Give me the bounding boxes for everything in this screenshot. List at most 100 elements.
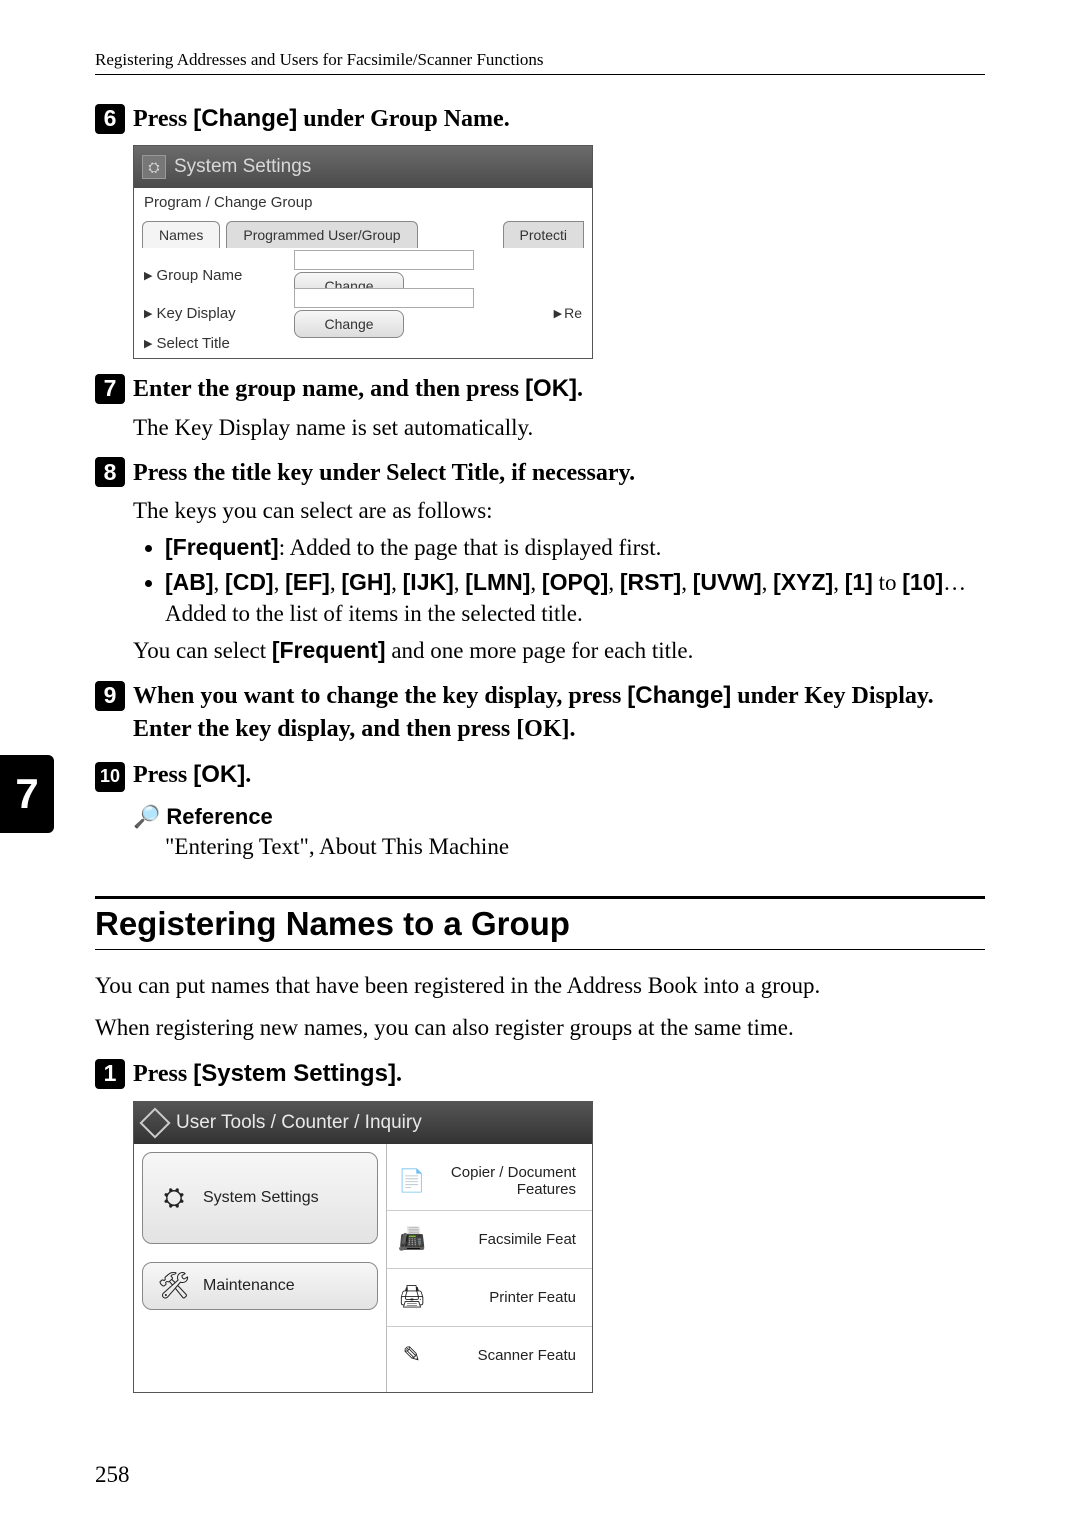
- printer-features-button[interactable]: 🖨 Printer Featu: [387, 1268, 592, 1326]
- gear-icon: ⛭: [142, 155, 166, 179]
- printer-icon: 🖨: [397, 1282, 427, 1312]
- screenshot-title: System Settings: [174, 156, 311, 178]
- step-8-bullets: [Frequent]: Added to the page that is di…: [165, 532, 985, 629]
- screenshot-form: ▶Group Name Change ▶Key Display Change ▶…: [134, 248, 592, 358]
- fax-icon: 📠: [397, 1224, 427, 1254]
- title-keys-list: [AB], [CD], [EF], [GH], [IJK], [LMN], [O…: [165, 570, 966, 626]
- system-settings-button[interactable]: ⛭ System Settings: [142, 1152, 378, 1244]
- running-header: Registering Addresses and Users for Facs…: [95, 50, 985, 75]
- scanner-icon: ✎: [397, 1340, 427, 1370]
- step-6-pre: Press: [133, 106, 193, 132]
- change-keyword: [Change]: [193, 105, 297, 132]
- system-settings-screenshot: ⛭ System Settings Program / Change Group…: [133, 145, 593, 359]
- title-key-token: [AB]: [165, 569, 214, 595]
- chapter-tab: 7: [0, 755, 54, 833]
- screenshot-subtitle: Program / Change Group: [134, 188, 592, 217]
- triangle-icon: ▶: [144, 307, 152, 320]
- facsimile-features-label: Facsimile Feat: [441, 1231, 582, 1248]
- step-7: 7 Enter the group name, and then press […: [95, 373, 985, 405]
- step-8-body2-pre: You can select: [133, 638, 272, 663]
- step-10-number-icon: 10: [95, 762, 125, 792]
- step-9-pre: When you want to change the key display,…: [133, 683, 627, 709]
- title-key-token: [LMN]: [465, 569, 530, 595]
- re-label: Re: [564, 305, 582, 321]
- copier-features-label: Copier / Document Features: [441, 1164, 582, 1198]
- group-name-field[interactable]: [294, 250, 474, 270]
- reference-text: "Entering Text", About This Machine: [165, 834, 985, 860]
- maintenance-label: Maintenance: [203, 1277, 295, 1295]
- step-6: 6 Press [Change] under Group Name.: [95, 103, 985, 135]
- triangle-icon: ▶: [554, 307, 562, 320]
- ok-keyword: [OK]: [525, 375, 577, 402]
- triangle-icon: ▶: [144, 337, 152, 350]
- step-1: 1 Press [System Settings].: [95, 1058, 985, 1090]
- step-8-body2-post: and one more page for each title.: [386, 638, 694, 663]
- maintenance-button[interactable]: 🛠 Maintenance: [142, 1262, 378, 1310]
- title-key-token: [RST]: [620, 569, 681, 595]
- diamond-icon: [139, 1107, 170, 1138]
- row-key-display: ▶Key Display Change ▶Re: [144, 294, 582, 332]
- step-6-text: Press [Change] under Group Name.: [133, 103, 510, 135]
- step-9-number-icon: 9: [95, 681, 125, 711]
- frequent-keyword: [Frequent]: [165, 534, 279, 560]
- title-key-token: [1]: [845, 569, 873, 595]
- title-key-token: [XYZ]: [773, 569, 833, 595]
- copier-icon: 📄: [397, 1166, 427, 1196]
- facsimile-features-button[interactable]: 📠 Facsimile Feat: [387, 1210, 592, 1268]
- step-7-body: The Key Display name is set automaticall…: [133, 412, 985, 443]
- step-8-body2: You can select [Frequent] and one more p…: [133, 635, 985, 666]
- section-heading: Registering Names to a Group: [95, 896, 985, 950]
- label-key-display: Key Display: [156, 305, 235, 322]
- step-7-number-icon: 7: [95, 374, 125, 404]
- step-8: 8 Press the title key under Select Title…: [95, 457, 985, 489]
- change-button-key[interactable]: Change: [294, 310, 404, 338]
- magnifier-icon: 🔎: [133, 804, 160, 830]
- title-key-token: [UVW]: [693, 569, 762, 595]
- step-7-post: .: [577, 376, 583, 402]
- system-settings-keyword: [System Settings]: [193, 1060, 396, 1087]
- key-display-field[interactable]: [294, 288, 474, 308]
- step-8-number-icon: 8: [95, 457, 125, 487]
- step-8-text: Press the title key under Select Title, …: [133, 457, 635, 489]
- step-9-text: When you want to change the key display,…: [133, 680, 985, 745]
- step-10-text: Press [OK].: [133, 759, 251, 791]
- tab-programmed-user-group[interactable]: Programmed User/Group: [226, 221, 417, 248]
- screenshot2-body: ⛭ System Settings 🛠 Maintenance 📄 Copier…: [134, 1144, 592, 1392]
- title-key-token: [GH]: [341, 569, 391, 595]
- section-para-1: You can put names that have been registe…: [95, 970, 985, 1002]
- tab-protection[interactable]: Protecti: [503, 221, 584, 248]
- step-1-text: Press [System Settings].: [133, 1058, 402, 1090]
- title-key-token: [IJK]: [403, 569, 454, 595]
- screenshot2-titlebar: User Tools / Counter / Inquiry: [134, 1102, 592, 1144]
- step-7-pre: Enter the group name, and then press: [133, 376, 525, 402]
- bullet-frequent-rest: : Added to the page that is displayed fi…: [279, 535, 662, 560]
- title-key-token: [10]: [902, 569, 943, 595]
- label-select-title: Select Title: [156, 335, 229, 352]
- gear-icon: ⛭: [157, 1181, 191, 1215]
- title-key-token: [OPQ]: [542, 569, 608, 595]
- frequent-keyword-2: [Frequent]: [272, 637, 386, 663]
- reference-heading: 🔎 Reference: [133, 804, 985, 830]
- copier-features-button[interactable]: 📄 Copier / Document Features: [387, 1152, 592, 1210]
- change-keyword-2: [Change]: [627, 682, 731, 709]
- printer-features-label: Printer Featu: [441, 1289, 582, 1306]
- step-6-number-icon: 6: [95, 104, 125, 134]
- reference-label: Reference: [166, 804, 272, 830]
- tab-names[interactable]: Names: [142, 221, 220, 248]
- scanner-features-button[interactable]: ✎ Scanner Featu: [387, 1326, 592, 1384]
- step-9: 9 When you want to change the key displa…: [95, 680, 985, 745]
- page-number: 258: [95, 1462, 130, 1488]
- screenshot-tabs: Names Programmed User/Group Protecti: [134, 217, 592, 248]
- screenshot2-right: 📄 Copier / Document Features 📠 Facsimile…: [386, 1144, 592, 1392]
- wrench-icon: 🛠: [157, 1269, 191, 1303]
- label-group-name: Group Name: [156, 267, 242, 284]
- step-10-pre: Press: [133, 762, 193, 788]
- scanner-features-label: Scanner Featu: [441, 1347, 582, 1364]
- bullet-frequent: [Frequent]: Added to the page that is di…: [165, 532, 985, 563]
- step-1-pre: Press: [133, 1061, 193, 1087]
- section-para-2: When registering new names, you can also…: [95, 1012, 985, 1044]
- title-key-token: [CD]: [225, 569, 274, 595]
- step-10: 10 Press [OK].: [95, 759, 985, 792]
- step-1-post: .: [396, 1061, 402, 1087]
- screenshot-titlebar: ⛭ System Settings: [134, 146, 592, 188]
